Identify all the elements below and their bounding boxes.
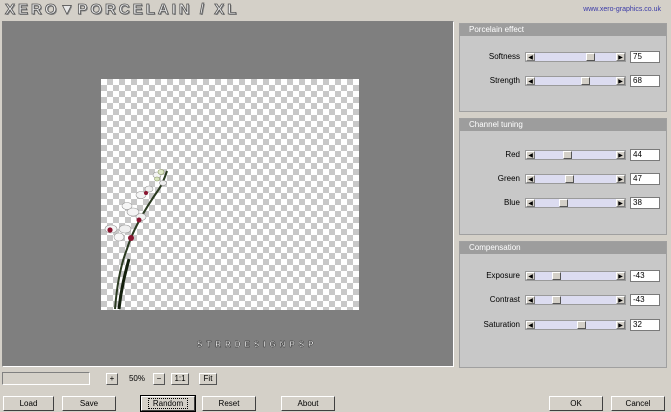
saturation-slider[interactable]: ◀ ▶ (525, 320, 626, 330)
left-arrow-icon[interactable]: ◀ (526, 272, 535, 280)
porcelain-effect-panel: Porcelain effect Softness ◀ ▶ 75 Strengt… (459, 23, 667, 112)
softness-slider[interactable]: ◀ ▶ (525, 52, 626, 62)
contrast-value-field[interactable]: -43 (630, 294, 660, 306)
left-arrow-icon[interactable]: ◀ (526, 151, 535, 159)
left-arrow-icon[interactable]: ◀ (526, 321, 535, 329)
zoom-level: 50% (128, 374, 145, 383)
left-arrow-icon[interactable]: ◀ (526, 53, 535, 61)
exposure-value-field[interactable]: -43 (630, 270, 660, 282)
strength-slider[interactable]: ◀ ▶ (525, 76, 626, 86)
preview-area[interactable]: STRRDESIGNPSP (2, 21, 454, 367)
reset-button[interactable]: Reset (202, 396, 256, 411)
slider-thumb[interactable] (586, 53, 595, 61)
left-arrow-icon[interactable]: ◀ (526, 296, 535, 304)
green-value-field[interactable]: 47 (630, 173, 660, 185)
green-label: Green (497, 174, 520, 183)
cancel-button[interactable]: Cancel (611, 396, 665, 411)
ok-button[interactable]: OK (549, 396, 603, 411)
right-arrow-icon[interactable]: ▶ (616, 175, 625, 183)
left-arrow-icon[interactable]: ◀ (526, 175, 535, 183)
slider-thumb[interactable] (563, 151, 572, 159)
exposure-control: Exposure ◀ ▶ -43 (460, 270, 666, 282)
channel-tuning-panel: Channel tuning Red ◀ ▶ 44 Green ◀ ▶ 47 B… (459, 118, 667, 235)
compensation-panel: Compensation Exposure ◀ ▶ -43 Contrast ◀… (459, 241, 667, 368)
red-label: Red (505, 150, 520, 159)
slider-thumb[interactable] (565, 175, 574, 183)
website-link[interactable]: www.xero-graphics.co.uk (583, 6, 661, 13)
slider-thumb[interactable] (577, 321, 586, 329)
right-arrow-icon[interactable]: ▶ (616, 77, 625, 85)
title-bar: XERO▼PORCELAIN / XL www.xero-graphics.co… (0, 0, 671, 20)
saturation-label: Saturation (483, 320, 520, 329)
watermark-signature: STRRDESIGNPSP (197, 340, 318, 349)
right-arrow-icon[interactable]: ▶ (616, 53, 625, 61)
saturation-value-field[interactable]: 32 (630, 319, 660, 331)
zoom-out-button[interactable]: − (153, 373, 165, 385)
random-button[interactable]: Random (140, 395, 196, 412)
green-slider[interactable]: ◀ ▶ (525, 174, 626, 184)
panel-title: Porcelain effect (460, 24, 666, 36)
zoom-1to1-button[interactable]: 1:1 (171, 373, 189, 385)
panel-title: Channel tuning (460, 119, 666, 131)
softness-value-field[interactable]: 75 (630, 51, 660, 63)
blue-slider[interactable]: ◀ ▶ (525, 198, 626, 208)
red-value-field[interactable]: 44 (630, 149, 660, 161)
contrast-slider[interactable]: ◀ ▶ (525, 295, 626, 305)
strength-label: Strength (489, 76, 520, 85)
exposure-label: Exposure (486, 271, 520, 280)
load-button[interactable]: Load (3, 396, 54, 411)
right-arrow-icon[interactable]: ▶ (616, 199, 625, 207)
right-arrow-icon[interactable]: ▶ (616, 321, 625, 329)
softness-label: Softness (488, 52, 520, 61)
save-button[interactable]: Save (62, 396, 116, 411)
right-arrow-icon[interactable]: ▶ (616, 272, 625, 280)
about-button[interactable]: About (281, 396, 335, 411)
xero-porcelain-logo: XERO▼PORCELAIN / XL (5, 1, 240, 19)
exposure-slider[interactable]: ◀ ▶ (525, 271, 626, 281)
slider-thumb[interactable] (559, 199, 568, 207)
left-arrow-icon[interactable]: ◀ (526, 77, 535, 85)
contrast-control: Contrast ◀ ▶ -43 (460, 294, 666, 306)
red-control: Red ◀ ▶ 44 (460, 149, 666, 161)
contrast-label: Contrast (489, 295, 520, 304)
panel-title: Compensation (460, 242, 666, 254)
softness-control: Softness ◀ ▶ 75 (460, 51, 666, 63)
strength-value-field[interactable]: 68 (630, 75, 660, 87)
red-slider[interactable]: ◀ ▶ (525, 150, 626, 160)
preview-image (101, 79, 359, 310)
status-field (2, 372, 90, 385)
slider-thumb[interactable] (552, 272, 561, 280)
orchid-illustration (104, 169, 168, 310)
strength-control: Strength ◀ ▶ 68 (460, 75, 666, 87)
slider-thumb[interactable] (581, 77, 590, 85)
right-arrow-icon[interactable]: ▶ (616, 296, 625, 304)
random-button-label: Random (147, 398, 189, 409)
saturation-control: Saturation ◀ ▶ 32 (460, 319, 666, 331)
slider-thumb[interactable] (552, 296, 561, 304)
blue-label: Blue (503, 198, 520, 207)
right-arrow-icon[interactable]: ▶ (616, 151, 625, 159)
zoom-fit-button[interactable]: Fit (199, 373, 217, 385)
left-arrow-icon[interactable]: ◀ (526, 199, 535, 207)
blue-value-field[interactable]: 38 (630, 197, 660, 209)
zoom-in-button[interactable]: + (106, 373, 118, 385)
green-control: Green ◀ ▶ 47 (460, 173, 666, 185)
blue-control: Blue ◀ ▶ 38 (460, 197, 666, 209)
